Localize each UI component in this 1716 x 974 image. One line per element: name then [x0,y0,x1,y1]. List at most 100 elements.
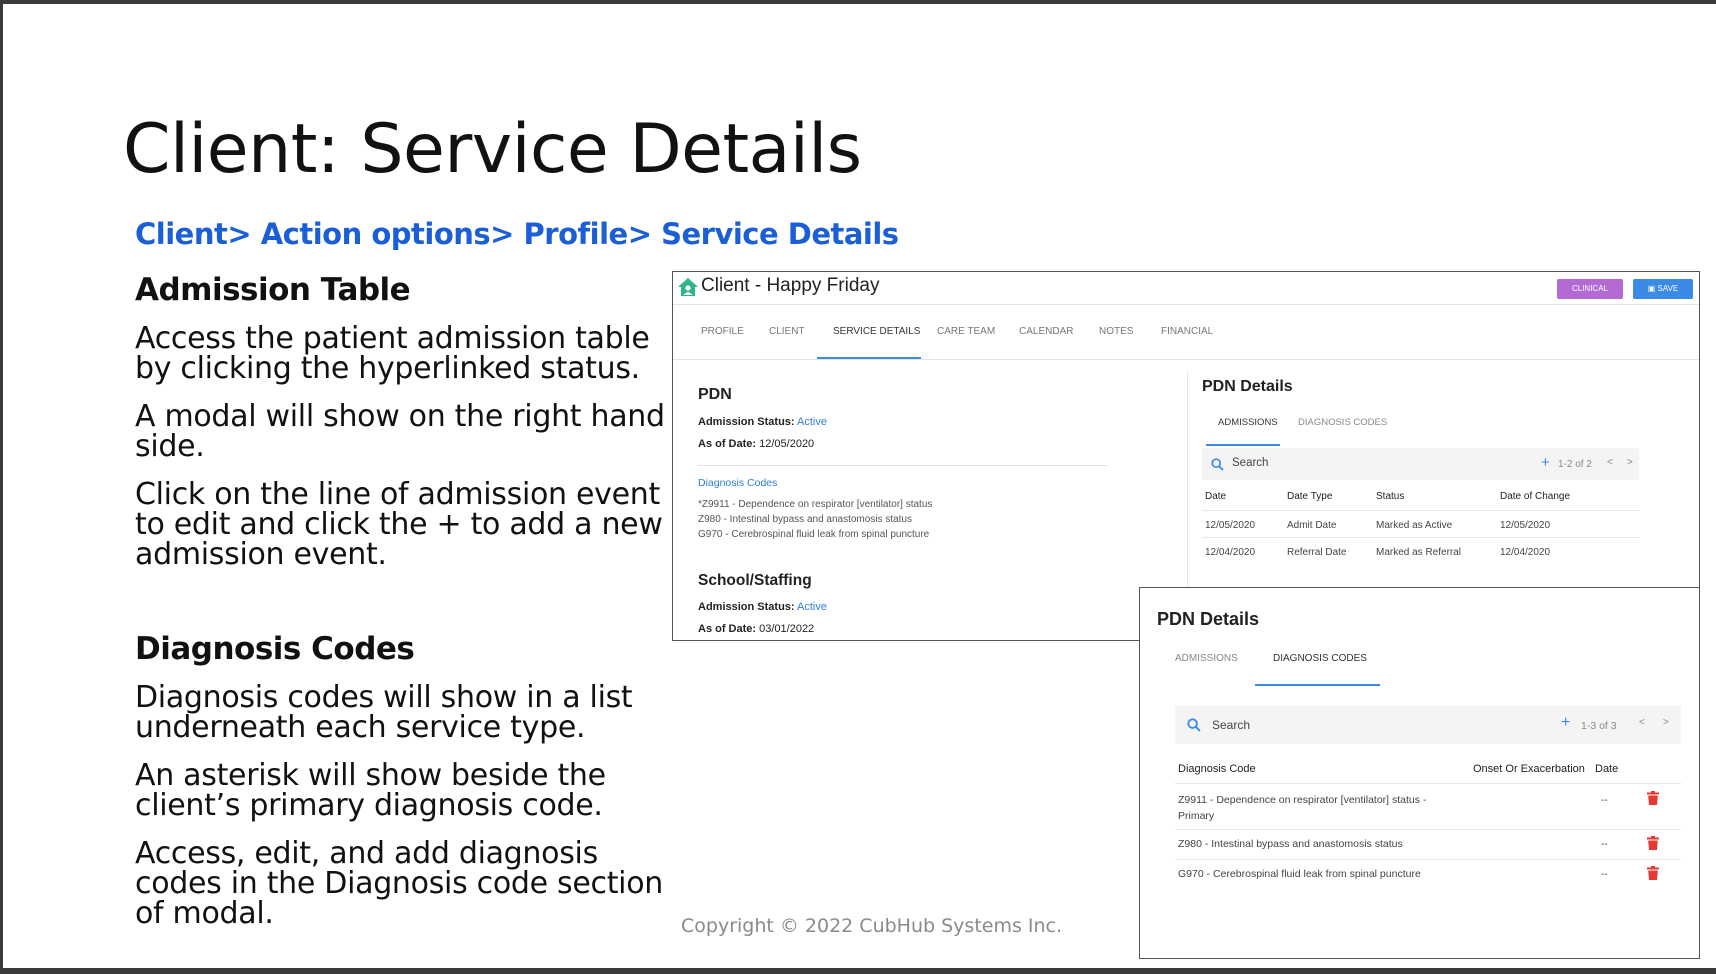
tab-care-team[interactable]: CARE TEAM [937,326,995,337]
delete-icon[interactable] [1647,836,1659,850]
admission-table-section: Admission Table Access the patient admis… [135,272,675,570]
pdn-details-modal-screenshot: PDN Details ADMISSIONS DIAGNOSIS CODES S… [1139,587,1700,959]
status-label: Admission Status: [698,601,795,613]
pdn-diagnosis-codes-link[interactable]: Diagnosis Codes [698,477,777,489]
admission-paragraph-2: A modal will show on the right hand side… [135,402,675,462]
prev-page-icon[interactable]: < [1639,717,1645,728]
admission-paragraph-1: Access the patient admission table by cl… [135,324,675,384]
date-value: 03/01/2022 [759,623,815,635]
search-icon [1211,458,1224,471]
admissions-search-bar: Search + 1-2 of 2 < > [1202,448,1639,480]
clinical-button[interactable]: CLINICAL [1557,279,1623,299]
save-button[interactable]: ▣ SAVE [1633,279,1693,299]
diagnosis-paragraph-1: Diagnosis codes will show in a list unde… [135,683,675,743]
modal-tab-admissions[interactable]: ADMISSIONS [1175,653,1238,664]
pdn-heading: PDN [698,386,732,403]
modal-title: PDN Details [1157,609,1260,629]
cell-diagnosis-code: Primary [1178,810,1215,822]
diagnosis-codes-section: Diagnosis Codes Diagnosis codes will sho… [135,631,675,929]
tab-service-details[interactable]: SERVICE DETAILS [833,326,920,337]
pdn-admission-status: Admission Status: Active [698,416,827,428]
date-label: As of Date: [698,623,757,635]
client-tabs: PROFILE CLIENT SERVICE DETAILS CARE TEAM… [673,305,1699,360]
service-details-screenshot: Client - Happy Friday CLINICAL ▣ SAVE PR… [672,271,1700,641]
cell-diagnosis-code: Z980 - Intestinal bypass and anastomosis… [1178,838,1403,850]
school-status-link[interactable]: Active [797,601,827,613]
date-label: As of Date: [698,438,757,450]
tab-diagnosis-codes[interactable]: DIAGNOSIS CODES [1298,417,1387,428]
column-header: Date Type [1287,491,1333,502]
active-subtab-indicator [1206,444,1280,446]
column-header: Status [1376,491,1405,502]
pdn-status-link[interactable]: Active [797,416,827,428]
admission-paragraph-3: Click on the line of admission event to … [135,480,675,570]
diagnosis-search-bar: Search + 1-3 of 3 < > [1175,706,1681,744]
cell-status: Marked as Active [1376,520,1453,531]
text-line: client’s primary diagnosis code. [135,788,603,823]
tab-financial[interactable]: FINANCIAL [1161,326,1213,337]
school-staffing-heading: School/Staffing [698,572,812,589]
row-divider [1175,783,1681,784]
next-page-icon[interactable]: > [1627,457,1633,468]
tab-client[interactable]: CLIENT [769,326,805,337]
cell-date: 12/04/2020 [1205,547,1256,558]
search-input[interactable]: Search [1212,718,1250,732]
text-line: side. [135,429,205,464]
text-line: admission event. [135,537,387,572]
home-user-icon [678,278,698,296]
slide: Client: Service Details Client> Action o… [0,0,1716,974]
column-header: Diagnosis Code [1178,763,1256,775]
status-label: Admission Status: [698,416,795,428]
cell-date: -- [1601,839,1608,850]
diagnosis-paragraph-3: Access, edit, and add diagnosis codes in… [135,839,675,929]
cell-date: -- [1601,869,1608,880]
save-icon: ▣ [1647,284,1656,293]
cell-date: -- [1601,795,1608,806]
tab-admissions[interactable]: ADMISSIONS [1218,417,1278,428]
cell-status: Marked as Referral [1376,547,1462,558]
column-header: Onset Or Exacerbation [1473,763,1585,775]
row-divider [1202,510,1639,511]
add-admission-icon[interactable]: + [1541,454,1550,471]
cell-date-type: Referral Date [1287,547,1347,558]
text-line: underneath each service type. [135,710,586,745]
row-divider [1175,859,1681,860]
row-divider [1175,829,1681,830]
copyright: Copyright © 2022 CubHub Systems Inc. [681,915,1063,937]
app-header: Client - Happy Friday CLINICAL ▣ SAVE [673,272,1699,305]
cell-diagnosis-code: Z9911 - Dependence on respirator [ventil… [1178,794,1427,806]
app-title: Client - Happy Friday [701,275,880,296]
row-divider [1202,537,1639,538]
cell-diagnosis-code: G970 - Cerebrospinal fluid leak from spi… [1178,868,1421,880]
pdn-as-of-date: As of Date: 12/05/2020 [698,438,814,450]
cell-date-of-change: 12/04/2020 [1500,547,1551,558]
cell-date: 12/05/2020 [1205,520,1256,531]
search-input[interactable]: Search [1232,457,1268,469]
school-as-of-date: As of Date: 03/01/2022 [698,623,814,635]
admission-heading: Admission Table [135,272,411,308]
pagination-label: 1-2 of 2 [1558,459,1592,470]
delete-icon[interactable] [1647,791,1659,805]
active-subtab-indicator [1255,684,1380,686]
diagnosis-paragraph-2: An asterisk will show beside the client’… [135,761,675,821]
breadcrumb: Client> Action options> Profile> Service… [135,217,899,251]
search-icon [1187,718,1201,732]
prev-page-icon[interactable]: < [1607,457,1613,468]
text-line: A modal will show on the right hand [135,399,665,434]
text-line: by clicking the hyperlinked status. [135,351,640,386]
next-page-icon[interactable]: > [1663,717,1669,728]
tab-notes[interactable]: NOTES [1099,326,1133,337]
pagination-label: 1-3 of 3 [1581,720,1617,732]
tab-profile[interactable]: PROFILE [701,326,744,337]
diagnosis-heading: Diagnosis Codes [135,631,415,667]
cell-date-of-change: 12/05/2020 [1500,520,1551,531]
delete-icon[interactable] [1647,866,1659,880]
tab-calendar[interactable]: CALENDAR [1019,326,1073,337]
column-header: Date [1205,491,1227,502]
diagnosis-code-line: G970 - Cerebrospinal fluid leak from spi… [698,529,930,540]
modal-tab-diagnosis-codes[interactable]: DIAGNOSIS CODES [1273,653,1367,664]
add-diagnosis-icon[interactable]: + [1561,714,1570,732]
text-line: of modal. [135,896,274,931]
column-header: Date of Change [1500,491,1571,502]
date-value: 12/05/2020 [759,438,815,450]
